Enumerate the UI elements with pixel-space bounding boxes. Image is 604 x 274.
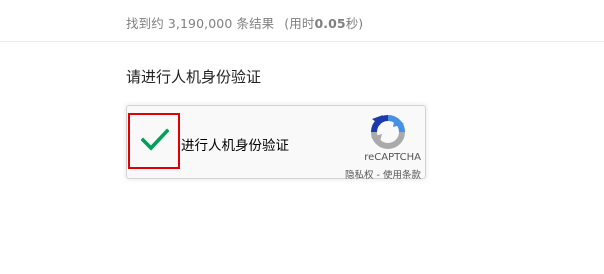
search-time-value: 0.05 [314, 16, 346, 31]
recaptcha-checkbox[interactable] [128, 113, 180, 169]
check-icon [141, 128, 169, 151]
search-captcha-page: 找到约 3,190,000 条结果 (用时0.05秒) 请进行人机身份验证 进行人… [0, 0, 604, 274]
result-stats-bar: 找到约 3,190,000 条结果 (用时0.05秒) [0, 0, 604, 42]
links-separator: - [373, 170, 383, 181]
search-time: (用时0.05秒) [284, 16, 364, 31]
recaptcha-logo-icon [371, 115, 405, 153]
privacy-link[interactable]: 隐私权 [345, 170, 374, 181]
recaptcha-widget: 进行人机身份验证 reCAPTCHA 隐私权 - 使用条款 [126, 105, 426, 181]
result-count: 找到约 3,190,000 条结果 [126, 16, 275, 31]
recaptcha-brand: reCAPTCHA [364, 152, 421, 163]
recaptcha-checkbox-label: 进行人机身份验证 [181, 138, 289, 154]
captcha-heading: 请进行人机身份验证 [126, 68, 262, 86]
recaptcha-links: 隐私权 - 使用条款 [345, 167, 421, 181]
terms-link[interactable]: 使用条款 [383, 170, 421, 181]
result-stats: 找到约 3,190,000 条结果 (用时0.05秒) [126, 13, 363, 32]
